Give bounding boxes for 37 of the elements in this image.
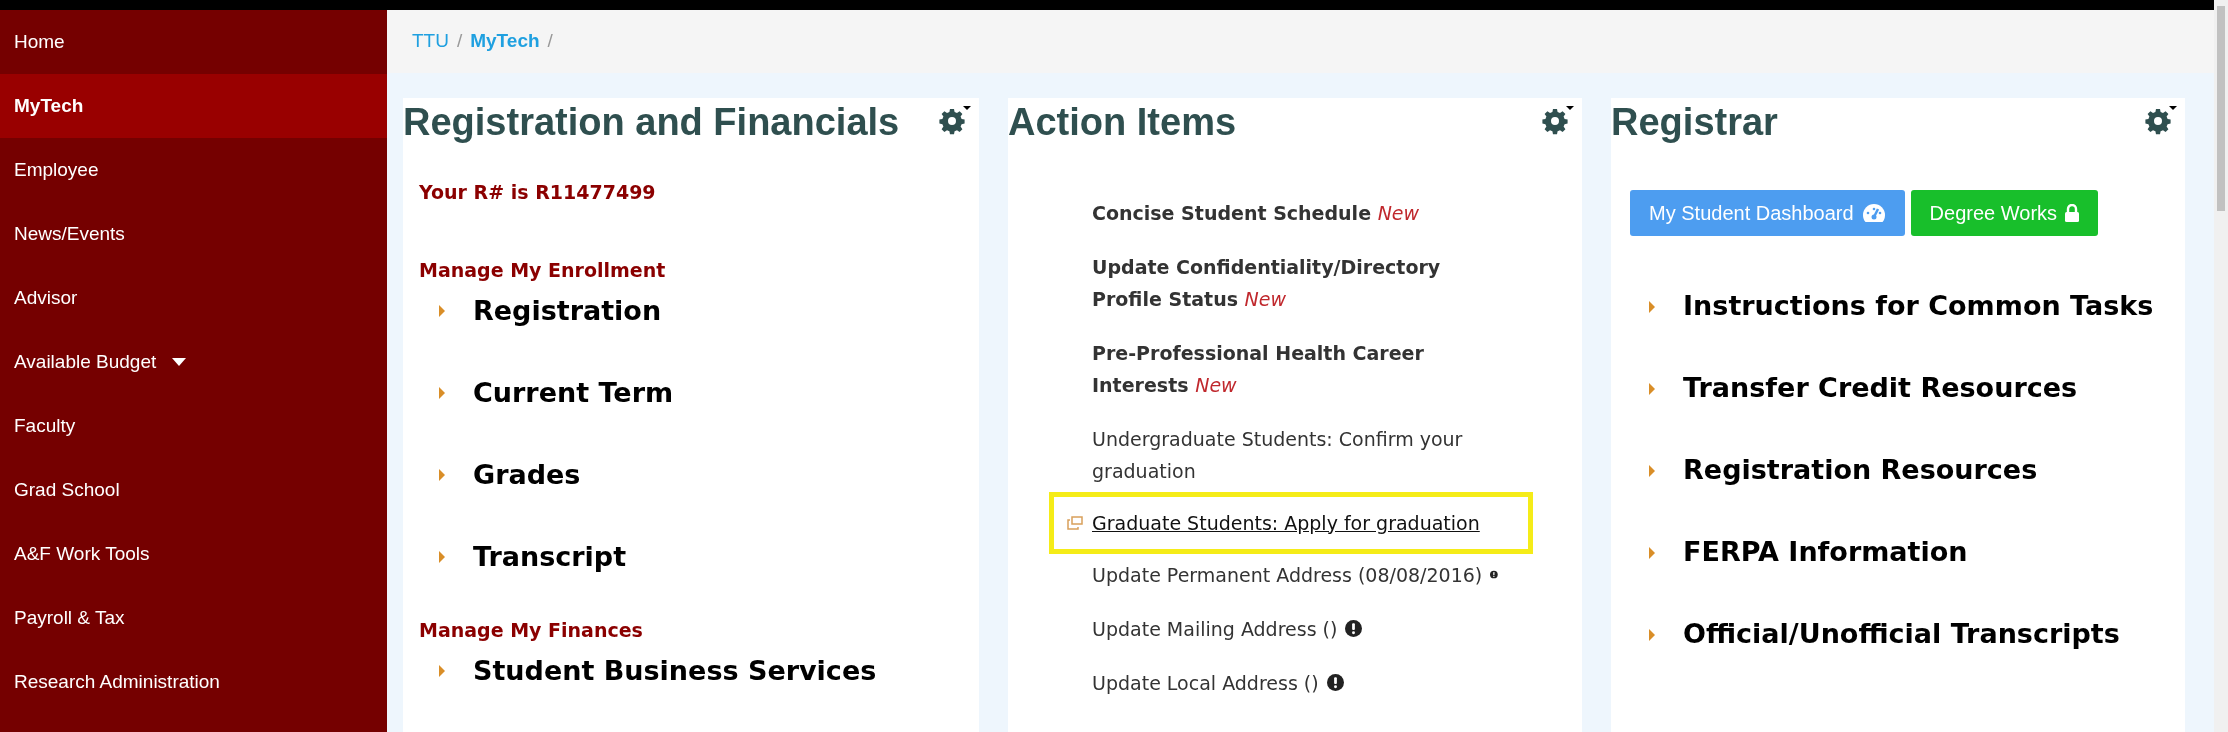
action-item[interactable]: Update Permanent Address (08/08/2016) xyxy=(1092,558,1483,591)
sidebar-item[interactable]: Available Budget xyxy=(0,330,387,394)
menu-link[interactable]: Transcript xyxy=(473,536,627,578)
action-item[interactable]: Update Local Address () xyxy=(1092,666,1319,699)
menu-link[interactable]: Current Term xyxy=(473,372,674,414)
action-link[interactable]: Graduate Students: Apply for graduation xyxy=(1092,506,1480,539)
action-item[interactable]: Undergraduate Students: Confirm your graduation xyxy=(1092,422,1498,487)
section-heading: Manage My Enrollment xyxy=(419,258,667,282)
menu-link[interactable]: Registration xyxy=(473,290,662,332)
sidebar-item[interactable]: Home xyxy=(0,10,387,74)
sidebar-item[interactable]: Employee xyxy=(0,138,387,202)
sidebar-item[interactable]: MyTech xyxy=(0,74,387,138)
action-item[interactable]: Update Mailing Address () xyxy=(1092,612,1338,645)
sidebar-item[interactable]: Faculty xyxy=(0,394,387,458)
action-item[interactable]: Pre-Professional Health Career Interests New xyxy=(1092,336,1498,401)
student-id-text: Your R# is R11477499 xyxy=(419,179,657,205)
section-heading: Manage My Finances xyxy=(419,618,644,642)
menu-link[interactable]: Student Business Services xyxy=(473,650,877,692)
sidebar-item[interactable]: News/Events xyxy=(0,202,387,266)
menu-link[interactable]: Grades xyxy=(473,454,581,496)
sidebar-item[interactable]: Payroll & Tax xyxy=(0,586,387,650)
action-item[interactable]: Update Confidentiality/Directory Profile Status New xyxy=(1092,250,1498,315)
resource-link[interactable]: Transfer Credit Resources xyxy=(1683,368,2078,409)
resource-link[interactable]: Instructions for Common Tasks xyxy=(1683,286,2154,327)
panel-title: Action Items xyxy=(1008,99,1237,145)
breadcrumb-separator: / xyxy=(547,29,553,53)
breadcrumb-separator: / xyxy=(456,29,463,53)
resource-link[interactable]: Registration Resources xyxy=(1683,450,2038,491)
sidebar-item[interactable]: Research Administration xyxy=(0,650,387,714)
panel-title: Registrar xyxy=(1611,99,1778,145)
sidebar-item[interactable]: Advisor xyxy=(0,266,387,330)
panel-title: Registration and Financials xyxy=(403,99,900,145)
action-item[interactable]: Concise Student Schedule New xyxy=(1092,196,1498,229)
resource-link[interactable]: Official/Unofficial Transcripts xyxy=(1683,614,2120,655)
sidebar-item[interactable]: Grad School xyxy=(0,458,387,522)
resource-link[interactable]: FERPA Information xyxy=(1683,532,1968,573)
sidebar-item[interactable]: A&F Work Tools xyxy=(0,522,387,586)
